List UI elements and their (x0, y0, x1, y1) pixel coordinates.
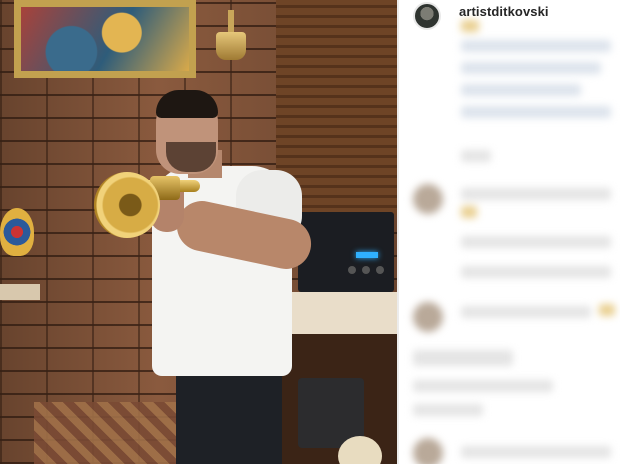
desk-top (278, 292, 397, 338)
post-photo (0, 0, 397, 464)
post-side-panel: artistditkovski (397, 0, 620, 464)
painting-canvas (21, 7, 189, 71)
trumpet-bell (94, 172, 160, 238)
amplifier-knob (362, 266, 370, 274)
blurred-avatar (413, 302, 443, 332)
blurred-text (461, 266, 611, 278)
shelf (0, 284, 40, 300)
blurred-text (461, 84, 581, 96)
blurred-text (413, 380, 553, 392)
blurred-avatar (413, 184, 443, 214)
blurred-avatar (413, 438, 443, 464)
blurred-actions (413, 350, 513, 366)
blurred-text (461, 40, 611, 52)
blurred-text (461, 62, 601, 74)
blurred-comments (399, 0, 620, 464)
decorative-vase (0, 208, 34, 256)
wall-painting (14, 0, 196, 78)
username-link[interactable]: artistditkovski (459, 4, 549, 19)
person-beard (166, 142, 216, 172)
person-hair (156, 90, 218, 118)
wall-lamp (210, 10, 252, 62)
blurred-text (413, 404, 483, 416)
post-header: artistditkovski (399, 0, 620, 34)
amplifier (298, 212, 394, 292)
amplifier-display (356, 252, 378, 258)
blurred-text (461, 236, 611, 248)
blurred-text (461, 106, 611, 118)
blurred-emoji (599, 304, 615, 316)
lamp-shade (216, 32, 246, 60)
blurred-text (461, 306, 591, 318)
amplifier-knob (376, 266, 384, 274)
blurred-emoji (461, 206, 477, 218)
blurred-timestamp (461, 150, 491, 162)
lamp-arm (228, 10, 234, 34)
blurred-text (461, 188, 611, 200)
person-legs (176, 362, 282, 464)
rug (34, 402, 184, 464)
amplifier-knob (348, 266, 356, 274)
blurred-text (461, 446, 611, 458)
profile-avatar-icon[interactable] (413, 2, 441, 30)
